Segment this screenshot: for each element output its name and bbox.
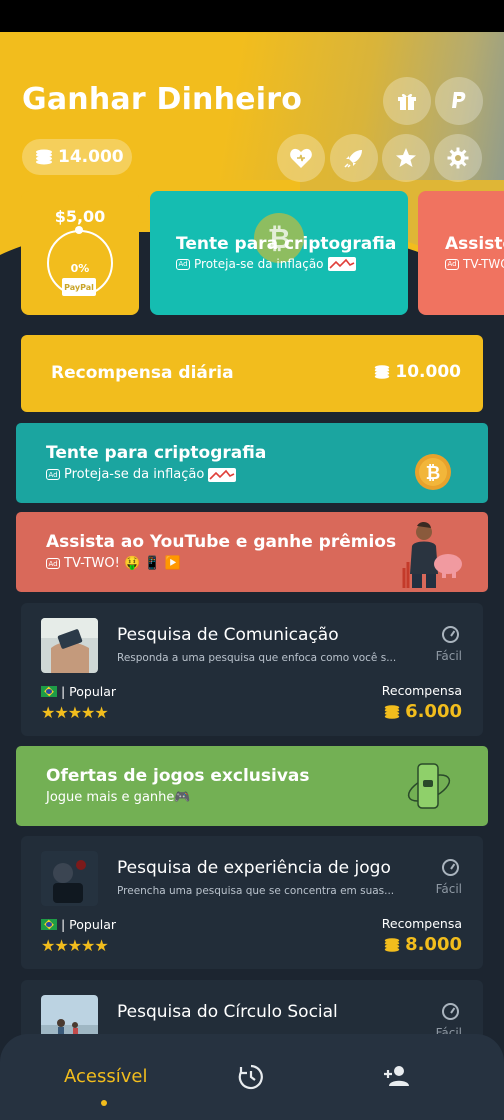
crypto-banner[interactable]: Tente para criptografia Ad Proteja-se da… (16, 423, 488, 503)
crypto-card-subtitle: Ad Proteja-se da inflação (176, 257, 356, 271)
survey-tag-text: | Popular (61, 917, 117, 932)
reward-amount: 6.000 (405, 701, 462, 722)
youtube-card-title: Assiste (445, 234, 504, 254)
crypto-card-title: Tente para criptografia (176, 234, 397, 254)
person-piggybank-illustration (402, 522, 462, 588)
reward-amount: 8.000 (405, 934, 462, 955)
banner-subtitle: Ad Proteja-se da inflação (46, 467, 237, 482)
paypal-cashout-card[interactable]: $5,00 (21, 191, 139, 315)
survey-description: Responda a uma pesquisa que enfoca como … (117, 652, 397, 664)
chart-icon (327, 257, 356, 271)
youtube-card-subtitle: Ad TV-TWO (445, 257, 504, 271)
crypto-card-subtitle-text: Proteja-se da inflação (194, 257, 324, 271)
boost-button[interactable] (330, 134, 378, 182)
survey-difficulty: Fácil (435, 649, 462, 663)
banner-subtitle: Jogue mais e ganhe🎮 (46, 790, 191, 805)
clock-icon (442, 1003, 459, 1020)
banner-subtitle-text: TV-TWO! 🤑 📱 ▶️ (64, 556, 181, 571)
coin-balance[interactable]: 14.000 (22, 139, 132, 175)
youtube-offer-card[interactable]: Assiste Ad TV-TWO (418, 191, 504, 315)
survey-thumbnail (41, 618, 98, 673)
survey-tag-text: | Popular (61, 684, 117, 699)
clock-icon (442, 626, 459, 643)
settings-button[interactable] (434, 134, 482, 182)
survey-title: Pesquisa de experiência de jogo (117, 858, 391, 878)
bottom-navigation: Acessível (0, 1034, 504, 1120)
nav-tab-available[interactable]: Acessível (64, 1066, 147, 1087)
youtube-banner[interactable]: Assista ao YouTube e ganhe prêmios Ad TV… (16, 512, 488, 592)
survey-difficulty: Fácil (435, 882, 462, 896)
ad-icon: Ad (46, 558, 60, 569)
brazil-flag-icon (41, 919, 57, 930)
survey-tag: | Popular (41, 917, 116, 932)
crypto-offer-card[interactable]: ₿ Tente para criptografia Ad Proteja-se … (150, 191, 408, 315)
reward-value: 8.000 (383, 934, 462, 955)
coins-icon (36, 149, 52, 165)
survey-card[interactable]: Pesquisa de Comunicação Responda a uma p… (21, 603, 483, 736)
banner-title: Ofertas de jogos exclusivas (46, 766, 310, 786)
banner-subtitle: Ad TV-TWO! 🤑 📱 ▶️ (46, 556, 181, 571)
svg-text:₿: ₿ (426, 463, 441, 484)
cashout-progress: 0% (70, 262, 90, 275)
reward-value: 6.000 (383, 701, 462, 722)
rocket-icon (344, 150, 362, 168)
rating-button[interactable] (382, 134, 430, 182)
survey-tag: | Popular (41, 684, 116, 699)
daily-reward-value: 10.000 (373, 362, 461, 382)
brazil-flag-icon (41, 686, 57, 697)
survey-card[interactable]: Pesquisa de experiência de jogo Preencha… (21, 836, 483, 969)
youtube-card-subtitle-text: TV-TWO (463, 257, 504, 271)
coin-balance-value: 14.000 (58, 147, 124, 167)
survey-title: Pesquisa do Círculo Social (117, 1002, 338, 1022)
daily-reward-label: Recompensa diária (51, 363, 234, 383)
daily-reward-amount: 10.000 (395, 362, 461, 382)
add-person-icon[interactable] (382, 1064, 410, 1088)
star-icon (396, 148, 416, 167)
coins-icon (384, 704, 400, 719)
survey-rating: ★★★★★ (41, 936, 109, 955)
gift-icon (398, 93, 416, 110)
survey-thumbnail (41, 851, 98, 906)
ad-icon: Ad (445, 258, 459, 270)
cashout-amount: $5,00 (54, 207, 106, 226)
active-tab-indicator (101, 1100, 107, 1106)
gift-button[interactable] (383, 77, 431, 125)
coins-icon (375, 365, 390, 379)
paypal-badge: PayPal (62, 278, 96, 296)
survey-rating: ★★★★★ (41, 703, 109, 722)
clock-icon (442, 859, 459, 876)
survey-title: Pesquisa de Comunicação (117, 625, 339, 645)
history-icon[interactable] (238, 1064, 264, 1090)
bitcoin-coin-icon: ₿ (415, 454, 451, 490)
gear-icon (447, 147, 469, 169)
progress-ring-marker (75, 226, 83, 234)
paypal-button[interactable] (435, 77, 483, 125)
banner-title: Tente para criptografia (46, 443, 267, 463)
paypal-icon (452, 92, 466, 108)
banner-title: Assista ao YouTube e ganhe prêmios (46, 532, 397, 552)
chart-icon (208, 467, 237, 482)
status-bar (0, 0, 504, 32)
ad-icon: Ad (176, 258, 190, 270)
page-title: Ganhar Dinheiro (22, 82, 303, 117)
phone-game-illustration (407, 763, 451, 809)
reward-label: Recompensa (381, 916, 462, 931)
heart-icon (290, 148, 312, 168)
coins-icon (384, 937, 400, 952)
favorites-button[interactable] (277, 134, 325, 182)
banner-subtitle-text: Proteja-se da inflação (64, 467, 205, 482)
daily-reward-button[interactable]: Recompensa diária 10.000 (21, 335, 483, 412)
reward-label: Recompensa (381, 683, 462, 698)
survey-description: Preencha uma pesquisa que se concentra e… (117, 885, 395, 897)
screen: Ganhar Dinheiro 14.000 $5,00 0% PayPal ₿… (0, 0, 504, 1120)
ad-icon: Ad (46, 469, 60, 480)
games-banner[interactable]: Ofertas de jogos exclusivas Jogue mais e… (16, 746, 488, 826)
